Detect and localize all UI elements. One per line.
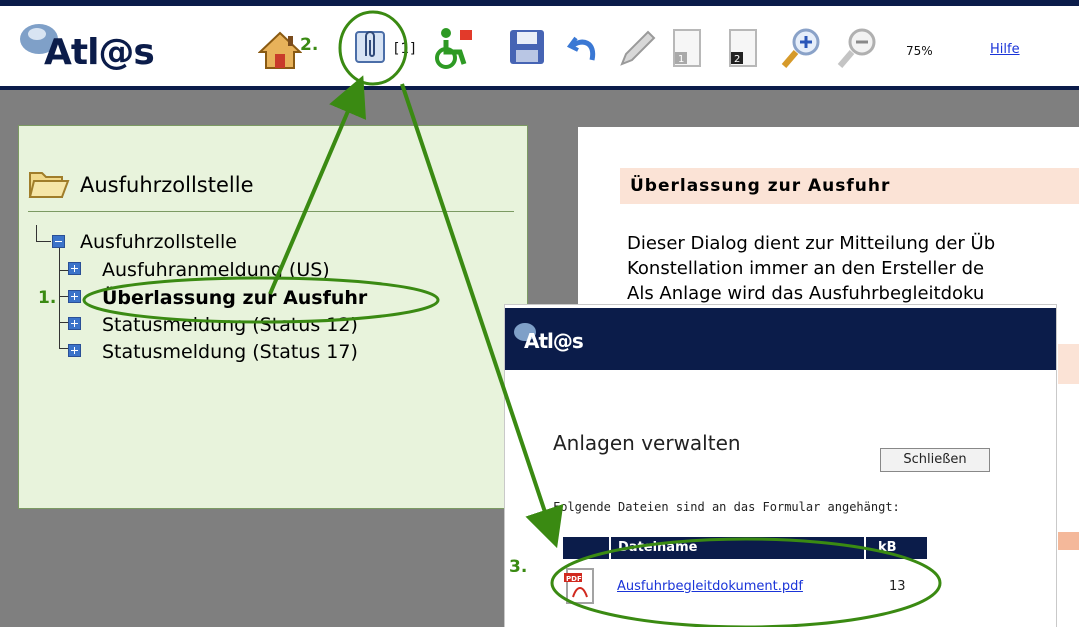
- step-1-label: 1.: [38, 288, 57, 308]
- step-2-label: 2.: [300, 35, 319, 55]
- step-3-label: 3.: [509, 557, 528, 577]
- annotation-ellipse-attachment: [338, 10, 408, 86]
- annotation-arrow-to-toolbar: [268, 75, 366, 295]
- annotation-ellipse-tree-item: [82, 276, 440, 324]
- annotation-ellipse-file: [550, 537, 942, 627]
- annotation-overlay: [82, 10, 942, 627]
